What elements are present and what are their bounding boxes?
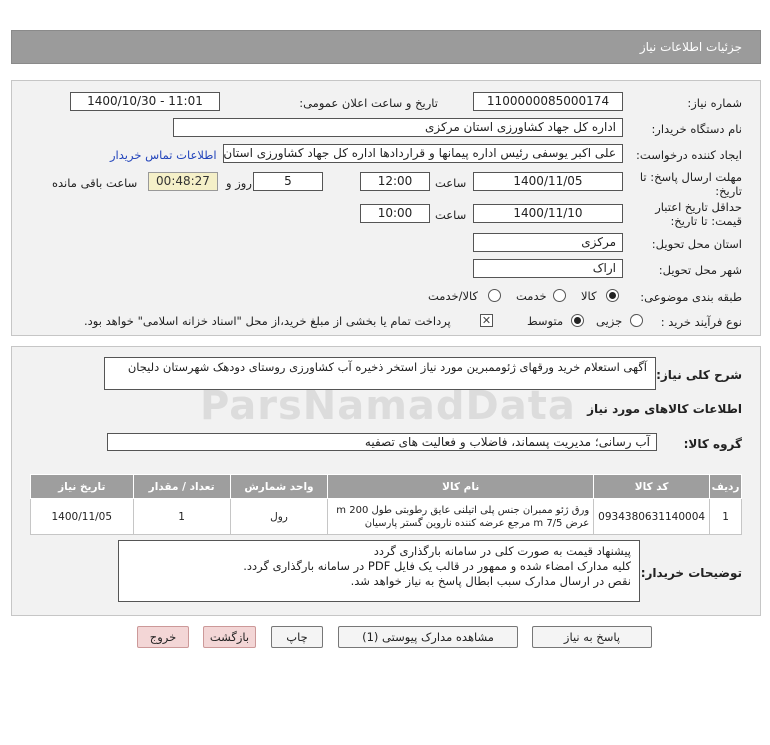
announce-label: تاریخ و ساعت اعلان عمومی:	[299, 96, 438, 110]
remaining-timer: 00:48:27	[148, 172, 218, 191]
treasury-payment-note: پرداخت تمام یا بخشی از مبلغ خرید،از محل …	[84, 314, 451, 328]
province-field: مرکزی	[473, 233, 623, 252]
deadline-time-field: 12:00	[360, 172, 430, 191]
back-button[interactable]: بازگشت	[203, 626, 256, 648]
city-field: اراک	[473, 259, 623, 278]
print-button[interactable]: چاپ	[271, 626, 323, 648]
cell-code: 0934380631140004	[593, 498, 711, 535]
goods-info-title: اطلاعات کالاهای مورد نیاز	[587, 402, 742, 416]
col-date: تاریخ نیاز	[30, 474, 134, 499]
goods-group-label: گروه کالا:	[683, 437, 742, 451]
summary-label: شرح کلی نیاز:	[656, 368, 742, 382]
goods-table-header: ردیف کد کالا نام کالا واحد شمارش تعداد /…	[30, 474, 742, 499]
col-qty: تعداد / مقدار	[132, 474, 231, 499]
deadline-label: مهلت ارسال پاسخ: تا تاریخ:	[639, 170, 742, 198]
validity-label: حداقل تاریخ اعتبار قیمت: تا تاریخ:	[655, 200, 742, 228]
category-radio-goods[interactable]	[606, 289, 619, 302]
col-name: نام کالا	[327, 474, 595, 499]
process-option-minor: جزیی	[596, 314, 623, 328]
cell-date: 1400/11/05	[30, 498, 134, 535]
buyer-contact-link[interactable]: اطلاعات تماس خریدار	[110, 148, 217, 162]
need-number-field: 1100000085000174	[473, 92, 623, 111]
cell-unit: رول	[229, 498, 329, 535]
exit-button[interactable]: خروج	[137, 626, 189, 648]
summary-field: آگهی استعلام خرید ورقهای ژئوممبرین مورد …	[104, 357, 656, 390]
attachments-button[interactable]: مشاهده مدارک پیوستی (1)	[338, 626, 518, 648]
deadline-time-label: ساعت	[435, 176, 467, 190]
days-field: 5	[253, 172, 323, 191]
reply-button[interactable]: پاسخ به نیاز	[532, 626, 652, 648]
validity-date-field: 1400/11/10	[473, 204, 623, 223]
table-row: 1 0934380631140004 ورق ژئو ممبران جنس پل…	[30, 498, 742, 535]
remaining-label: ساعت باقی مانده	[52, 176, 138, 190]
validity-time-label: ساعت	[435, 208, 467, 222]
city-label: شهر محل تحویل:	[658, 263, 742, 277]
category-radio-service[interactable]	[553, 289, 566, 302]
col-code: کد کالا	[593, 474, 711, 499]
announce-field: 1400/10/30 - 11:01	[70, 92, 220, 111]
cell-name: ورق ژئو ممبران جنس پلی اتیلنی عایق رطوبت…	[327, 498, 595, 535]
days-label: روز و	[226, 176, 252, 190]
buyer-org-field: اداره کل جهاد کشاورزی استان مرکزی	[173, 118, 623, 137]
process-option-medium: متوسط	[527, 314, 564, 328]
treasury-payment-checkbox[interactable]: ✕	[480, 314, 493, 327]
process-label: نوع فرآیند خرید :	[660, 315, 742, 329]
page-title: جزئیات اطلاعات نیاز	[639, 40, 742, 54]
category-option-goods: کالا	[581, 289, 597, 303]
goods-table: ردیف کد کالا نام کالا واحد شمارش تعداد /…	[30, 474, 742, 535]
goods-group-field: آب رسانی؛ مدیریت پسماند، فاضلاب و فعالیت…	[107, 433, 657, 451]
process-radio-medium[interactable]	[571, 314, 584, 327]
page-header: جزئیات اطلاعات نیاز	[11, 30, 761, 64]
creator-field: علی اکبر یوسفی رئیس اداره پیمانها و قرار…	[223, 144, 623, 163]
cell-row: 1	[709, 498, 742, 535]
category-option-service: خدمت	[516, 289, 547, 303]
deadline-date-field: 1400/11/05	[473, 172, 623, 191]
process-radio-minor[interactable]	[630, 314, 643, 327]
category-radio-both[interactable]	[488, 289, 501, 302]
category-label: طبقه بندی موضوعی:	[640, 290, 742, 304]
buyer-notes-field: پیشنهاد قیمت به صورت کلی در سامانه بارگذ…	[118, 540, 640, 602]
buyer-notes-label: توضیحات خریدار:	[640, 566, 742, 580]
creator-label: ایجاد کننده درخواست:	[636, 148, 742, 162]
validity-time-field: 10:00	[360, 204, 430, 223]
need-number-label: شماره نیاز:	[687, 96, 742, 110]
col-unit: واحد شمارش	[229, 474, 329, 499]
province-label: استان محل تحویل:	[651, 237, 742, 251]
cell-qty: 1	[132, 498, 231, 535]
col-row: ردیف	[709, 474, 742, 499]
category-option-both: کالا/خدمت	[428, 289, 479, 303]
buyer-org-label: نام دستگاه خریدار:	[651, 122, 742, 136]
